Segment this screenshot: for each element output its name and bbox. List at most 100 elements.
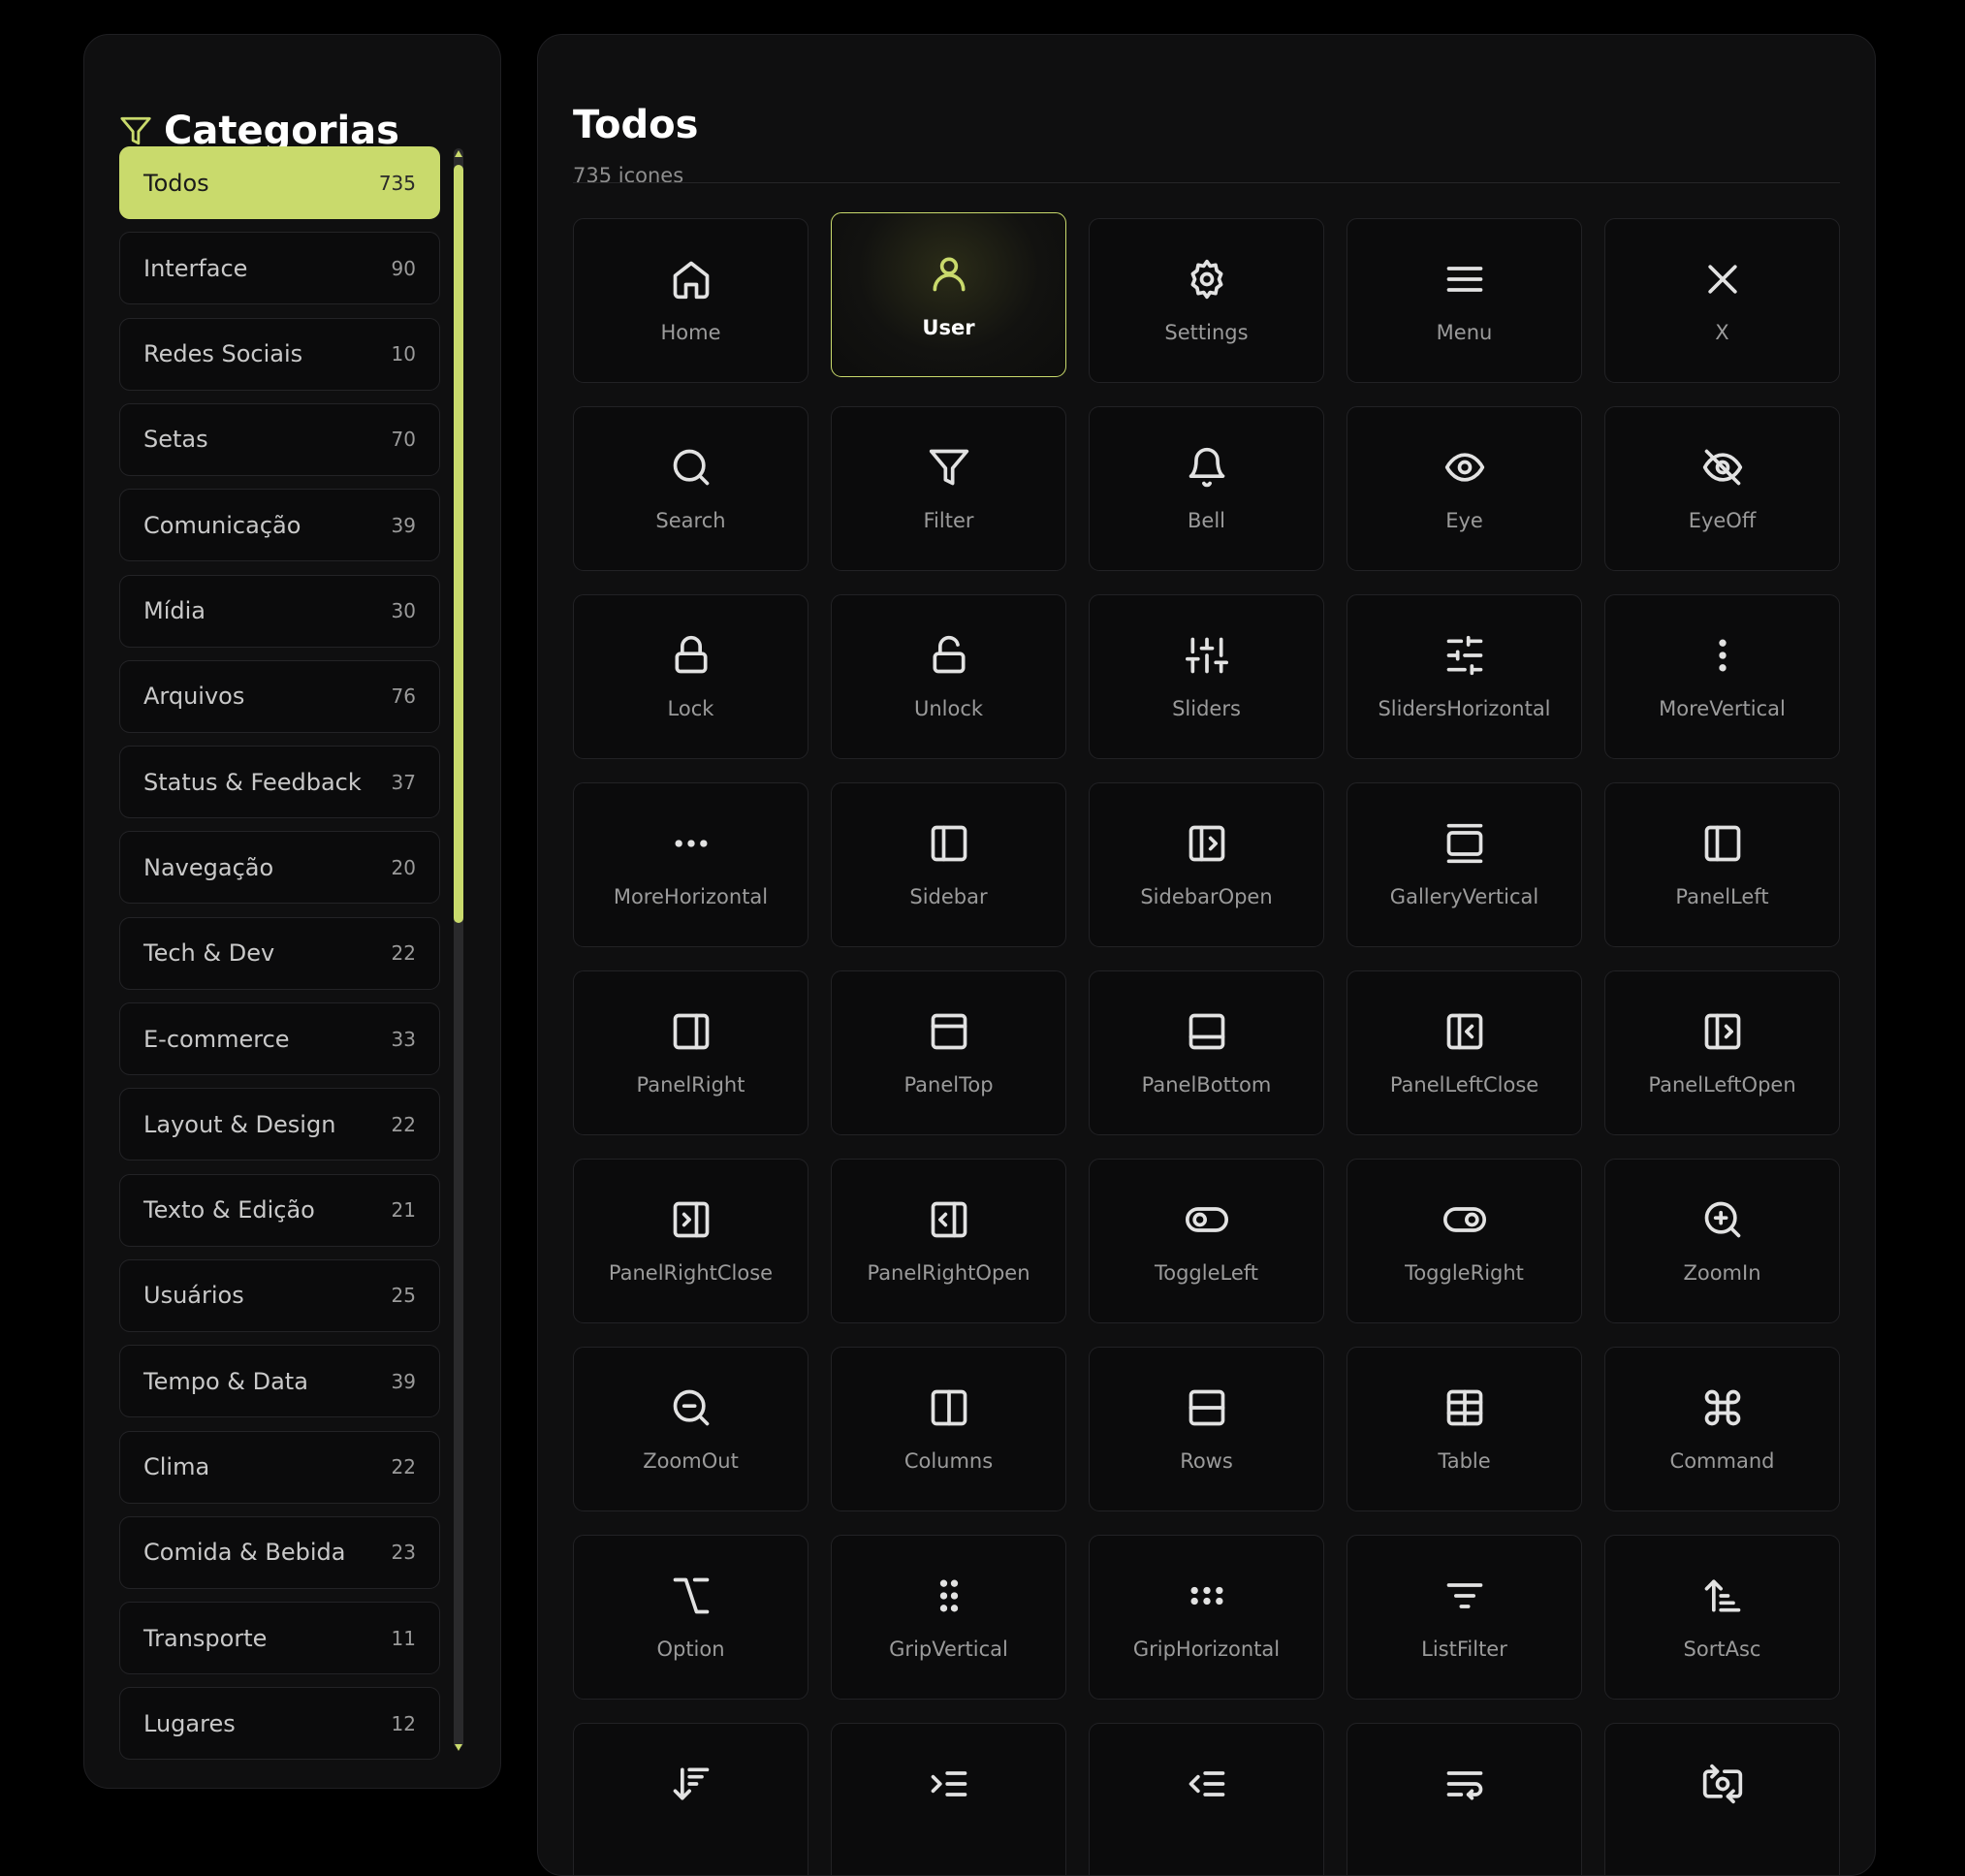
icon-tile[interactable]: MoreHorizontal [573,782,808,947]
scrollbar-thumb[interactable] [454,165,463,923]
scroll-up-icon[interactable] [455,150,462,157]
icon-tile[interactable]: PanelLeftOpen [1604,970,1840,1135]
icon-tile[interactable]: PanelBottom [1089,970,1324,1135]
category-item[interactable]: Transporte 11 [119,1602,440,1675]
category-label: Lugares [143,1709,236,1737]
category-label: Layout & Design [143,1110,336,1138]
category-count: 20 [391,855,416,879]
icon-tile[interactable]: SortAsc [1604,1535,1840,1700]
category-count: 22 [391,941,416,966]
wrap-text-icon [1442,1761,1488,1807]
category-item[interactable]: Redes Sociais 10 [119,317,440,391]
category-label: Texto & Edição [143,1196,315,1224]
more-vertical-icon [1699,632,1746,679]
category-item[interactable]: Mídia 30 [119,574,440,648]
icon-tile[interactable]: SidebarOpen [1089,782,1324,947]
category-label: Interface [143,254,248,282]
scroll-down-icon[interactable] [455,1744,462,1751]
category-item[interactable]: Setas 70 [119,402,440,476]
icon-tile[interactable]: Option [573,1535,808,1700]
icon-tile[interactable]: Eye [1347,406,1582,571]
icon-tile[interactable]: PanelTop [831,970,1066,1135]
icon-tile[interactable]: ListFilter [1347,1535,1582,1700]
category-label: Usuários [143,1282,244,1310]
icon-tile[interactable]: ZoomOut [573,1347,808,1511]
icon-tile[interactable]: Filter [831,406,1066,571]
icon-tile[interactable]: Columns [831,1347,1066,1511]
category-count: 25 [391,1284,416,1308]
icon-tile[interactable]: ToggleLeft [1089,1159,1324,1323]
icon-tile[interactable]: ToggleRight [1347,1159,1582,1323]
icon-tile[interactable]: GripHorizontal [1089,1535,1324,1700]
category-count: 33 [391,1027,416,1051]
icon-name: SortAsc [1683,1638,1761,1661]
category-item[interactable]: Layout & Design 22 [119,1088,440,1161]
icon-tile[interactable]: GalleryVertical [1347,782,1582,947]
category-item[interactable]: Interface 90 [119,232,440,305]
icon-tile[interactable]: Lock [573,594,808,759]
icon-tile[interactable]: User [831,212,1066,377]
sort-asc-icon [1699,1573,1746,1619]
category-item[interactable]: E-commerce 33 [119,1002,440,1075]
icon-name: Bell [1188,509,1225,532]
icon-tile[interactable]: Home [573,218,808,383]
icon-tile[interactable]: EyeOff [1604,406,1840,571]
category-item[interactable]: Navegação 20 [119,831,440,905]
category-item[interactable]: Tech & Dev 22 [119,916,440,990]
command-icon [1699,1384,1746,1431]
icon-tile[interactable]: Table [1347,1347,1582,1511]
icon-tile[interactable]: Bell [1089,406,1324,571]
category-item[interactable]: Texto & Edição 21 [119,1173,440,1247]
icon-tile[interactable]: Sidebar [831,782,1066,947]
icon-name: ToggleRight [1405,1261,1524,1285]
icon-tile[interactable]: Command [1604,1347,1840,1511]
icon-name: GripVertical [889,1638,1008,1661]
icon-name: PanelRight [636,1073,745,1097]
category-label: Clima [143,1453,210,1480]
icon-tile[interactable]: GripVertical [831,1535,1066,1700]
category-item[interactable]: Clima 22 [119,1430,440,1504]
category-count: 70 [391,428,416,452]
user-icon [926,250,972,297]
icon-tile[interactable]: ZoomIn [1604,1159,1840,1323]
category-item[interactable]: Usuários 25 [119,1258,440,1332]
icon-name: Columns [903,1449,994,1473]
category-label: Status & Feedback [143,768,362,796]
zoom-out-icon [668,1384,714,1431]
icon-tile[interactable] [831,1723,1066,1875]
sliders-icon [1184,632,1230,679]
icon-tile[interactable]: Settings [1089,218,1324,383]
icon-tile[interactable]: Menu [1347,218,1582,383]
icon-name: Eye [1445,509,1483,532]
icon-tile[interactable] [1347,1723,1582,1875]
icon-tile[interactable]: PanelRight [573,970,808,1135]
icon-name: Menu [1436,321,1493,344]
icon-tile[interactable]: Search [573,406,808,571]
category-item[interactable]: Comunicação 39 [119,489,440,562]
icon-name: ZoomIn [1683,1261,1761,1285]
icon-tile[interactable] [573,1723,808,1875]
category-item[interactable]: Lugares 12 [119,1687,440,1761]
icon-tile[interactable] [1089,1723,1324,1875]
icon-tile[interactable]: X [1604,218,1840,383]
panel-left-close-icon [1442,1008,1488,1055]
icon-tile[interactable]: Unlock [831,594,1066,759]
icon-tile[interactable]: PanelLeft [1604,782,1840,947]
icon-tile[interactable]: SlidersHorizontal [1347,594,1582,759]
icon-tile[interactable] [1604,1723,1840,1875]
category-item[interactable]: Arquivos 76 [119,659,440,733]
category-count: 22 [391,1455,416,1479]
icon-tile[interactable]: PanelRightClose [573,1159,808,1323]
icon-name: PanelRightClose [608,1261,774,1285]
category-count: 12 [391,1711,416,1735]
category-item[interactable]: Tempo & Data 39 [119,1345,440,1418]
icon-tile[interactable]: Sliders [1089,594,1324,759]
category-label: Navegação [143,853,274,881]
icon-tile[interactable]: PanelRightOpen [831,1159,1066,1323]
category-item[interactable]: Status & Feedback 37 [119,746,440,819]
icon-tile[interactable]: MoreVertical [1604,594,1840,759]
category-item[interactable]: Comida & Bebida 23 [119,1515,440,1589]
icon-tile[interactable]: PanelLeftClose [1347,970,1582,1135]
icon-tile[interactable]: Rows [1089,1347,1324,1511]
category-item[interactable]: Todos 735 [119,146,440,219]
